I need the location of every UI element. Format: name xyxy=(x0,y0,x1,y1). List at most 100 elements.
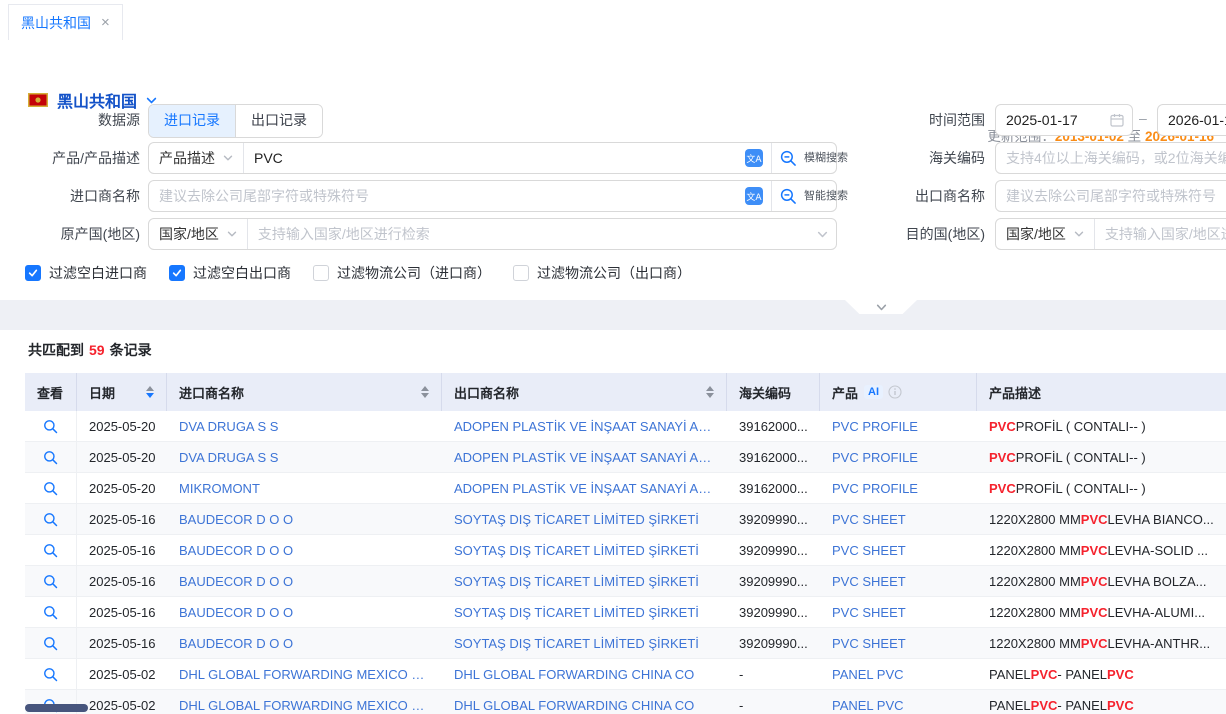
checkbox-checked-icon[interactable] xyxy=(25,265,41,281)
importer-cell-text[interactable]: DHL GLOBAL FORWARDING MEXICO S A xyxy=(179,667,430,682)
checkbox-label: 过滤空白出口商 xyxy=(193,263,291,283)
product-cell-text[interactable]: PVC PROFILE xyxy=(832,450,918,465)
table-row: 2025-05-20MIKROMONTADOPEN PLASTİK VE İNŞ… xyxy=(25,473,1226,504)
view-record-button[interactable] xyxy=(25,628,77,658)
column-header-date[interactable]: 日期 xyxy=(77,373,167,411)
product-cell-text[interactable]: PVC SHEET xyxy=(832,574,906,589)
importer-cell-text[interactable]: BAUDECOR D O O xyxy=(179,636,293,651)
view-record-button[interactable] xyxy=(25,535,77,565)
description-cell: PANEL PVC - PANEL PVC xyxy=(977,690,1226,714)
sort-carets-icon[interactable] xyxy=(698,386,714,398)
checkbox-label: 过滤物流公司（出口商） xyxy=(537,263,691,283)
time-range-start[interactable] xyxy=(995,104,1133,136)
hs-code-cell-text: - xyxy=(739,698,743,713)
product-search-input[interactable] xyxy=(244,150,737,166)
date-cell: 2025-05-16 xyxy=(77,535,167,565)
hs-code-field[interactable] xyxy=(995,142,1226,174)
view-record-button[interactable] xyxy=(25,442,77,472)
collapse-filters-button[interactable] xyxy=(845,300,917,314)
hs-code-cell-text: 39209990... xyxy=(739,512,808,527)
checkbox-label: 过滤物流公司（进口商） xyxy=(337,263,491,283)
description-cell: 1220X2800 MM PVC LEVHA-SOLID ... xyxy=(977,535,1226,565)
view-record-button[interactable] xyxy=(25,473,77,503)
origin-country-input[interactable] xyxy=(248,226,809,242)
exporter-cell-text[interactable]: SOYTAŞ DIŞ TİCARET LİMİTED ŞİRKETİ xyxy=(454,605,699,620)
checkbox-checked-icon[interactable] xyxy=(169,265,185,281)
data-source-option[interactable]: 进口记录 xyxy=(149,105,235,137)
fuzzy-search-button[interactable]: 模糊搜索 xyxy=(772,150,836,167)
dest-country-select[interactable]: 国家/地区 xyxy=(996,224,1094,244)
column-label: 产品描述 xyxy=(989,383,1041,402)
dest-country-input[interactable] xyxy=(1095,226,1226,242)
highlighted-keyword: PVC xyxy=(1107,698,1134,713)
hs-code-cell: 39209990... xyxy=(727,566,820,596)
horizontal-scrollbar-thumb[interactable] xyxy=(25,704,88,712)
time-range-start-input[interactable] xyxy=(996,112,1102,128)
view-record-button[interactable] xyxy=(25,504,77,534)
exporter-cell-text[interactable]: DHL GLOBAL FORWARDING CHINA CO xyxy=(454,667,694,682)
hs-code-cell: 39162000... xyxy=(727,473,820,503)
exporter-field[interactable] xyxy=(995,180,1226,212)
exporter-cell-text[interactable]: ADOPEN PLASTİK VE İNŞAAT SANAYİ ANO... xyxy=(454,419,715,434)
checkbox-label: 过滤空白进口商 xyxy=(49,263,147,283)
exporter-cell-text[interactable]: ADOPEN PLASTİK VE İNŞAAT SANAYİ ANO... xyxy=(454,481,715,496)
importer-cell: BAUDECOR D O O xyxy=(167,504,442,534)
highlighted-keyword: PVC xyxy=(1081,636,1108,651)
sort-carets-icon[interactable] xyxy=(138,386,154,398)
importer-cell-text[interactable]: DHL GLOBAL FORWARDING MEXICO S A xyxy=(179,698,430,713)
product-cell-text[interactable]: PANEL PVC xyxy=(832,698,904,713)
filter-checkbox[interactable]: 过滤空白进口商 xyxy=(25,263,147,283)
column-header-exporter[interactable]: 出口商名称 xyxy=(442,373,727,411)
hs-code-input[interactable] xyxy=(996,150,1226,166)
product-cell-text[interactable]: PVC PROFILE xyxy=(832,481,918,496)
filter-checkbox[interactable]: 过滤空白出口商 xyxy=(169,263,291,283)
filter-checkbox[interactable]: 过滤物流公司（出口商） xyxy=(513,263,691,283)
importer-cell-text[interactable]: DVA DRUGA S S xyxy=(179,419,278,434)
exporter-cell-text[interactable]: DHL GLOBAL FORWARDING CHINA CO xyxy=(454,698,694,713)
importer-cell-text[interactable]: BAUDECOR D O O xyxy=(179,512,293,527)
importer-cell-text[interactable]: BAUDECOR D O O xyxy=(179,574,293,589)
highlighted-keyword: PVC xyxy=(989,450,1016,465)
importer-cell-text[interactable]: BAUDECOR D O O xyxy=(179,543,293,558)
importer-cell-text[interactable]: BAUDECOR D O O xyxy=(179,605,293,620)
date-cell: 2025-05-16 xyxy=(77,566,167,596)
importer-cell-text[interactable]: MIKROMONT xyxy=(179,481,260,496)
view-record-button[interactable] xyxy=(25,597,77,627)
translate-icon[interactable]: 文A xyxy=(737,187,771,205)
time-range-end-input[interactable] xyxy=(1158,112,1226,128)
checkbox-unchecked-icon[interactable] xyxy=(313,265,329,281)
checkbox-unchecked-icon[interactable] xyxy=(513,265,529,281)
product-type-select[interactable]: 产品描述 xyxy=(149,148,243,168)
tab-montenegro[interactable]: 黑山共和国 × xyxy=(8,4,123,40)
magnifier-icon xyxy=(43,605,58,620)
product-cell-text[interactable]: PVC SHEET xyxy=(832,512,906,527)
translate-icon[interactable]: 文A xyxy=(737,149,771,167)
data-source-option[interactable]: 出口记录 xyxy=(235,105,322,137)
origin-country-select[interactable]: 国家/地区 xyxy=(149,224,247,244)
exporter-cell-text[interactable]: SOYTAŞ DIŞ TİCARET LİMİTED ŞİRKETİ xyxy=(454,636,699,651)
product-cell-text[interactable]: PVC SHEET xyxy=(832,636,906,651)
product-cell: PVC SHEET xyxy=(820,628,977,658)
exporter-cell-text[interactable]: SOYTAŞ DIŞ TİCARET LİMİTED ŞİRKETİ xyxy=(454,574,699,589)
filter-checkbox[interactable]: 过滤物流公司（进口商） xyxy=(313,263,491,283)
view-record-button[interactable] xyxy=(25,411,77,441)
product-cell-text[interactable]: PVC SHEET xyxy=(832,543,906,558)
smart-search-button[interactable]: 智能搜索 xyxy=(772,188,836,205)
product-cell-text[interactable]: PVC PROFILE xyxy=(832,419,918,434)
product-cell-text[interactable]: PVC SHEET xyxy=(832,605,906,620)
exporter-cell-text[interactable]: ADOPEN PLASTİK VE İNŞAAT SANAYİ ANO... xyxy=(454,450,715,465)
view-record-button[interactable] xyxy=(25,659,77,689)
view-record-button[interactable] xyxy=(25,566,77,596)
column-header-importer[interactable]: 进口商名称 xyxy=(167,373,442,411)
exporter-cell-text[interactable]: SOYTAŞ DIŞ TİCARET LİMİTED ŞİRKETİ xyxy=(454,543,699,558)
info-circle-icon[interactable] xyxy=(888,385,902,399)
importer-cell-text[interactable]: DVA DRUGA S S xyxy=(179,450,278,465)
product-cell-text[interactable]: PANEL PVC xyxy=(832,667,904,682)
importer-input[interactable] xyxy=(149,188,737,204)
time-range-end[interactable] xyxy=(1157,104,1226,136)
hs-code-cell: 39209990... xyxy=(727,504,820,534)
tab-close-icon[interactable]: × xyxy=(101,14,110,31)
exporter-input[interactable] xyxy=(996,188,1226,204)
sort-carets-icon[interactable] xyxy=(413,386,429,398)
exporter-cell-text[interactable]: SOYTAŞ DIŞ TİCARET LİMİTED ŞİRKETİ xyxy=(454,512,699,527)
